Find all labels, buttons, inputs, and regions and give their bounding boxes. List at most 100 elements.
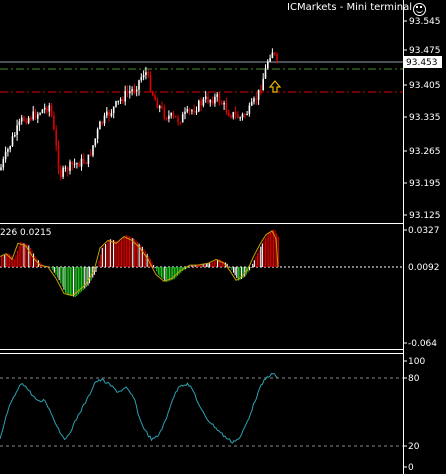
histogram-bar	[236, 267, 238, 278]
candle-body	[156, 100, 159, 109]
candle-body	[9, 146, 11, 150]
price-label: 93.405	[409, 81, 441, 91]
candle-body	[122, 99, 124, 102]
price-pane[interactable]: 93.545 93.475 93.405 93.335 93.265 93.19…	[0, 17, 442, 221]
candle-body	[264, 67, 267, 79]
candle-body	[142, 75, 145, 78]
histogram-bar	[130, 237, 132, 267]
candle-body	[154, 95, 156, 101]
candle-body	[48, 105, 51, 112]
candle-body	[230, 115, 232, 118]
histogram-bar	[263, 240, 265, 267]
candle-body	[60, 169, 62, 177]
candle-body	[161, 105, 163, 108]
candle-body	[16, 125, 18, 136]
histogram-bar	[210, 262, 212, 267]
candle-body	[7, 149, 9, 152]
candle-body	[209, 100, 212, 103]
candle-body	[237, 114, 239, 119]
candle-body	[25, 120, 28, 124]
histogram-bar	[20, 242, 22, 267]
candle-body	[83, 158, 85, 163]
candle-body	[257, 89, 260, 100]
oscillator-pane[interactable]: 100 80 20 0	[0, 357, 425, 473]
candle-body	[18, 121, 21, 126]
histogram-bar	[268, 232, 270, 267]
oscillator-label: 80	[408, 374, 420, 384]
candle-body	[227, 112, 230, 116]
candle-body	[195, 111, 198, 113]
histogram-bar	[231, 267, 233, 271]
candle-body	[184, 111, 186, 115]
price-label: 93.265	[409, 147, 441, 157]
histogram-bar	[177, 267, 179, 276]
candle-body	[30, 117, 32, 120]
candle-body	[262, 78, 264, 91]
histogram-bar	[13, 258, 15, 267]
candle-body	[207, 96, 209, 103]
candle-body	[248, 105, 251, 114]
histogram-bar	[258, 249, 260, 267]
histogram-bar	[253, 260, 255, 267]
price-label: 93.545	[409, 17, 441, 27]
histogram-bar	[199, 265, 201, 267]
candle-body	[14, 135, 16, 137]
histogram-bar	[28, 245, 30, 267]
histogram-bar	[125, 235, 127, 267]
histogram-bar	[60, 267, 62, 284]
histogram-bar	[103, 245, 105, 267]
histogram-bar	[121, 239, 123, 267]
histogram-bar	[156, 267, 158, 272]
candle-body	[106, 111, 108, 116]
histogram-bar	[101, 247, 103, 267]
candle-body	[214, 96, 216, 104]
candle-body	[46, 107, 48, 112]
histogram-bar	[29, 248, 31, 267]
candle-body	[191, 110, 193, 112]
candle-body	[96, 129, 99, 139]
histogram-bar	[205, 263, 207, 267]
signal-arrow-icon	[268, 80, 282, 93]
candle-body	[11, 136, 14, 147]
histogram-bar	[204, 264, 206, 267]
candle-body	[129, 91, 131, 94]
histogram-bar	[98, 260, 100, 267]
candle-body	[64, 167, 67, 169]
histogram-bar	[119, 240, 121, 267]
candle-body	[276, 53, 278, 61]
histogram-axis: 0.0327 0.0092 -0.064	[403, 226, 440, 349]
candle-body	[200, 100, 202, 106]
candle-body	[147, 72, 149, 76]
pane-frames	[0, 0, 404, 474]
histogram-bar	[162, 267, 164, 280]
histogram-bar	[154, 267, 156, 269]
histogram-bar	[124, 236, 126, 267]
candle-body	[89, 154, 92, 156]
candle-body	[34, 111, 37, 119]
chart-canvas[interactable]: 93.545 93.475 93.405 93.335 93.265 93.19…	[0, 0, 446, 474]
candle-body	[260, 89, 262, 91]
histogram-pane[interactable]: 226 0.0215 0.0327 0.0092 -0.064	[0, 226, 440, 349]
candle-body	[138, 80, 140, 90]
candle-body	[225, 102, 228, 113]
oscillator-line	[0, 373, 278, 444]
histogram-bar	[234, 267, 236, 276]
histogram-bar	[145, 251, 147, 267]
histogram-bar	[71, 267, 73, 297]
candle-body	[73, 163, 76, 165]
price-label: 93.335	[409, 113, 441, 123]
candle-body	[244, 114, 246, 116]
candle-body	[232, 112, 235, 118]
candle-body	[23, 117, 25, 121]
candle-body	[85, 162, 87, 164]
histogram-bar	[269, 231, 271, 267]
candle-body	[80, 158, 83, 167]
histogram-bar	[10, 255, 12, 267]
histogram-bar	[31, 250, 33, 267]
histogram-bar	[228, 265, 230, 267]
histogram-bar	[260, 246, 262, 267]
oscillator-axis: 100 80 20 0	[403, 357, 425, 473]
histogram-bar	[233, 267, 235, 273]
histogram-bar	[100, 254, 102, 267]
candle-body	[53, 115, 55, 130]
